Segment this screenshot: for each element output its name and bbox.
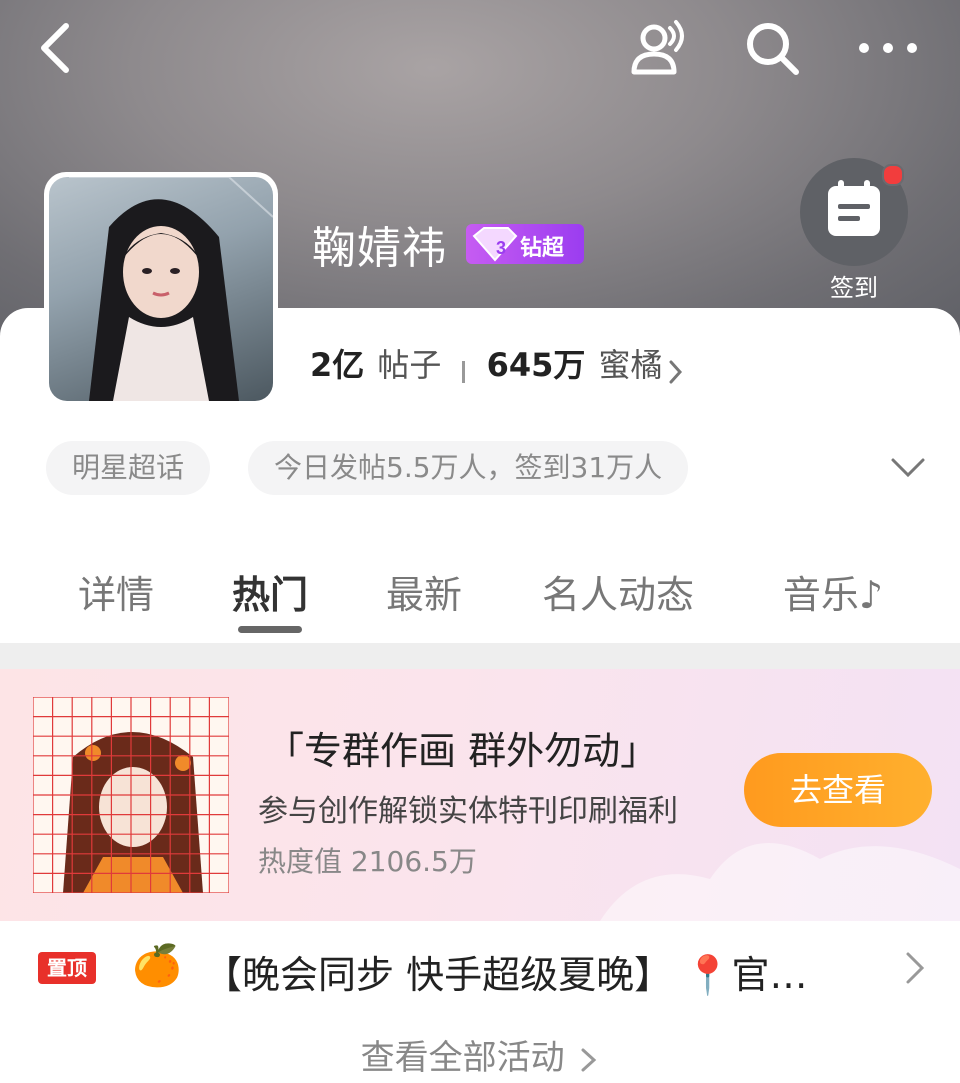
avatar[interactable] (44, 172, 278, 406)
expand-button[interactable] (888, 448, 928, 488)
category-chip[interactable]: 明星超话 (46, 441, 211, 495)
profile-name: 鞠婧祎 (312, 223, 447, 274)
badge-label: 钻超 (520, 236, 565, 261)
group-chat-button[interactable] (624, 14, 690, 80)
level-badge: 3 钻超 (466, 224, 584, 264)
pinned-title: 【晚会同步 快手超级夏晚】 📍官… (204, 953, 808, 997)
diamond-icon: 3 (472, 227, 518, 262)
orange-emoji: 🍊 (132, 943, 182, 989)
section-divider (0, 643, 960, 669)
badge-level: 3 (496, 238, 506, 258)
back-button[interactable] (30, 18, 90, 78)
stats-row[interactable]: 2亿 帖子 645万 蜜橘 (310, 340, 684, 386)
people-icon (631, 20, 684, 75)
tab-hot[interactable]: 热门 (212, 564, 328, 619)
chevron-down-icon (891, 458, 925, 478)
pinned-badge: 置顶 (38, 952, 96, 984)
view-button[interactable]: 去查看 (744, 753, 932, 827)
checkin-label: 签到 (830, 274, 878, 302)
chevron-right-icon (669, 360, 682, 383)
divider (462, 360, 466, 383)
view-all-label: 查看全部活动 (360, 1038, 565, 1078)
chevron-right-icon (581, 1048, 597, 1071)
more-icon (859, 43, 917, 53)
notification-dot (882, 164, 904, 186)
posts-count: 2亿 (310, 346, 365, 384)
more-button[interactable] (856, 28, 920, 68)
tab-latest[interactable]: 最新 (366, 564, 482, 619)
chevron-right-icon (906, 952, 925, 984)
banner-subtitle: 参与创作解锁实体特刊印刷福利 (258, 794, 678, 829)
avatar-image (49, 177, 273, 401)
search-icon (747, 23, 799, 75)
members-label: 蜜橘 (598, 346, 663, 384)
daily-stats-chip: 今日发帖5.5万人，签到31万人 (248, 441, 689, 495)
tab-details[interactable]: 详情 (58, 564, 174, 619)
posts-label: 帖子 (377, 346, 442, 384)
view-all-activities-link[interactable]: 查看全部活动 (0, 1030, 960, 1079)
tab-celebrity-updates[interactable]: 名人动态 (520, 564, 716, 619)
pinned-chevron (900, 948, 930, 992)
search-button[interactable] (742, 18, 804, 80)
banner-heat: 热度值 2106.5万 (258, 845, 477, 878)
banner-title: 「专群作画 群外勿动」 (266, 729, 659, 773)
chevron-left-icon (41, 23, 69, 73)
active-tab-indicator (238, 626, 302, 633)
tab-music[interactable]: 音乐♪ (758, 564, 908, 619)
members-count: 645万 (486, 346, 586, 384)
banner-thumbnail (32, 696, 230, 894)
